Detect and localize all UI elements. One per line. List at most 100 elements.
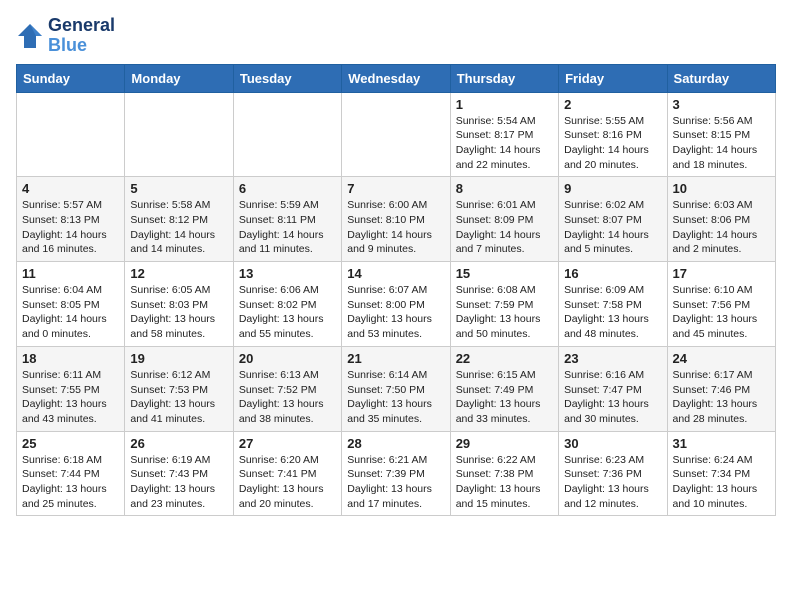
calendar-day-cell: 4 Sunrise: 5:57 AMSunset: 8:13 PMDaylight… [17,177,125,262]
day-number: 14 [347,266,444,281]
calendar-day-cell: 9Sunrise: 6:02 AMSunset: 8:07 PMDaylight… [559,177,667,262]
day-info: Sunrise: 5:54 AMSunset: 8:17 PMDaylight:… [456,114,553,173]
calendar-day-cell: 8Sunrise: 6:01 AMSunset: 8:09 PMDaylight… [450,177,558,262]
day-number: 19 [130,351,227,366]
calendar-day-cell: 7 Sunrise: 6:00 AMSunset: 8:10 PMDaylight… [342,177,450,262]
day-info: Sunrise: 6:04 AMSunset: 8:05 PMDaylight:… [22,283,119,342]
day-info: Sunrise: 6:02 AMSunset: 8:07 PMDaylight:… [564,198,661,257]
day-info: Sunrise: 6:11 AMSunset: 7:55 PMDaylight:… [22,368,119,427]
day-number: 3 [673,97,770,112]
day-info: Sunrise: 6:12 AMSunset: 7:53 PMDaylight:… [130,368,227,427]
calendar-day-cell: 24 Sunrise: 6:17 AMSunset: 7:46 PMDayligh… [667,346,775,431]
day-number: 31 [673,436,770,451]
day-number: 12 [130,266,227,281]
day-number: 22 [456,351,553,366]
day-info: Sunrise: 5:58 AMSunset: 8:12 PMDaylight:… [130,198,227,257]
day-info: Sunrise: 6:16 AMSunset: 7:47 PMDaylight:… [564,368,661,427]
day-number: 4 [22,181,119,196]
day-number: 7 [347,181,444,196]
calendar-day-cell: 31 Sunrise: 6:24 AMSunset: 7:34 PMDayligh… [667,431,775,516]
day-number: 16 [564,266,661,281]
calendar-week-row: 25 Sunrise: 6:18 AMSunset: 7:44 PMDayligh… [17,431,776,516]
day-number: 25 [22,436,119,451]
day-info: Sunrise: 5:55 AMSunset: 8:16 PMDaylight:… [564,114,661,173]
calendar-day-cell: 20 Sunrise: 6:13 AMSunset: 7:52 PMDayligh… [233,346,341,431]
day-info: Sunrise: 6:17 AMSunset: 7:46 PMDaylight:… [673,368,770,427]
day-number: 1 [456,97,553,112]
calendar-day-cell: 26Sunrise: 6:19 AMSunset: 7:43 PMDayligh… [125,431,233,516]
day-info: Sunrise: 6:08 AMSunset: 7:59 PMDaylight:… [456,283,553,342]
calendar-header-cell: Saturday [667,64,775,92]
calendar-day-cell: 18 Sunrise: 6:11 AMSunset: 7:55 PMDayligh… [17,346,125,431]
calendar-day-cell: 13 Sunrise: 6:06 AMSunset: 8:02 PMDayligh… [233,262,341,347]
day-info: Sunrise: 6:24 AMSunset: 7:34 PMDaylight:… [673,453,770,512]
day-info: Sunrise: 6:18 AMSunset: 7:44 PMDaylight:… [22,453,119,512]
day-number: 2 [564,97,661,112]
day-number: 30 [564,436,661,451]
day-info: Sunrise: 6:09 AMSunset: 7:58 PMDaylight:… [564,283,661,342]
day-number: 6 [239,181,336,196]
day-number: 8 [456,181,553,196]
day-info: Sunrise: 6:23 AMSunset: 7:36 PMDaylight:… [564,453,661,512]
calendar-table: SundayMondayTuesdayWednesdayThursdayFrid… [16,64,776,517]
day-info: Sunrise: 5:57 AMSunset: 8:13 PMDaylight:… [22,198,119,257]
day-number: 23 [564,351,661,366]
calendar-day-cell: 17 Sunrise: 6:10 AMSunset: 7:56 PMDayligh… [667,262,775,347]
calendar-day-cell: 1 Sunrise: 5:54 AMSunset: 8:17 PMDaylight… [450,92,558,177]
calendar-day-cell: 22Sunrise: 6:15 AMSunset: 7:49 PMDayligh… [450,346,558,431]
calendar-day-cell: 15 Sunrise: 6:08 AMSunset: 7:59 PMDayligh… [450,262,558,347]
calendar-week-row: 11Sunrise: 6:04 AMSunset: 8:05 PMDayligh… [17,262,776,347]
calendar-header-cell: Friday [559,64,667,92]
calendar-week-row: 18 Sunrise: 6:11 AMSunset: 7:55 PMDayligh… [17,346,776,431]
day-info: Sunrise: 6:13 AMSunset: 7:52 PMDaylight:… [239,368,336,427]
calendar-day-cell: 16 Sunrise: 6:09 AMSunset: 7:58 PMDayligh… [559,262,667,347]
day-info: Sunrise: 6:05 AMSunset: 8:03 PMDaylight:… [130,283,227,342]
calendar-day-cell: 2 Sunrise: 5:55 AMSunset: 8:16 PMDaylight… [559,92,667,177]
day-info: Sunrise: 6:07 AMSunset: 8:00 PMDaylight:… [347,283,444,342]
day-info: Sunrise: 6:20 AMSunset: 7:41 PMDaylight:… [239,453,336,512]
day-info: Sunrise: 6:06 AMSunset: 8:02 PMDaylight:… [239,283,336,342]
day-info: Sunrise: 6:00 AMSunset: 8:10 PMDaylight:… [347,198,444,257]
day-number: 5 [130,181,227,196]
day-info: Sunrise: 5:56 AMSunset: 8:15 PMDaylight:… [673,114,770,173]
calendar-header-cell: Wednesday [342,64,450,92]
calendar-day-cell: 28Sunrise: 6:21 AMSunset: 7:39 PMDayligh… [342,431,450,516]
day-info: Sunrise: 6:22 AMSunset: 7:38 PMDaylight:… [456,453,553,512]
day-number: 24 [673,351,770,366]
calendar-day-cell: 12 Sunrise: 6:05 AMSunset: 8:03 PMDayligh… [125,262,233,347]
day-number: 21 [347,351,444,366]
calendar-day-cell [125,92,233,177]
calendar-day-cell: 14 Sunrise: 6:07 AMSunset: 8:00 PMDayligh… [342,262,450,347]
calendar-day-cell: 11Sunrise: 6:04 AMSunset: 8:05 PMDayligh… [17,262,125,347]
calendar-day-cell: 10 Sunrise: 6:03 AMSunset: 8:06 PMDayligh… [667,177,775,262]
calendar-day-cell: 3 Sunrise: 5:56 AMSunset: 8:15 PMDaylight… [667,92,775,177]
day-number: 17 [673,266,770,281]
calendar-day-cell [17,92,125,177]
day-info: Sunrise: 6:21 AMSunset: 7:39 PMDaylight:… [347,453,444,512]
day-info: Sunrise: 6:10 AMSunset: 7:56 PMDaylight:… [673,283,770,342]
calendar-day-cell: 30 Sunrise: 6:23 AMSunset: 7:36 PMDayligh… [559,431,667,516]
day-number: 13 [239,266,336,281]
day-number: 15 [456,266,553,281]
day-number: 26 [130,436,227,451]
day-info: Sunrise: 5:59 AMSunset: 8:11 PMDaylight:… [239,198,336,257]
day-number: 10 [673,181,770,196]
day-number: 27 [239,436,336,451]
calendar-day-cell: 29Sunrise: 6:22 AMSunset: 7:38 PMDayligh… [450,431,558,516]
calendar-day-cell [342,92,450,177]
day-info: Sunrise: 6:03 AMSunset: 8:06 PMDaylight:… [673,198,770,257]
calendar-day-cell: 19 Sunrise: 6:12 AMSunset: 7:53 PMDayligh… [125,346,233,431]
calendar-day-cell: 23 Sunrise: 6:16 AMSunset: 7:47 PMDayligh… [559,346,667,431]
page-header: General Blue [16,16,776,56]
calendar-body: 1 Sunrise: 5:54 AMSunset: 8:17 PMDaylight… [17,92,776,516]
calendar-day-cell: 21Sunrise: 6:14 AMSunset: 7:50 PMDayligh… [342,346,450,431]
calendar-day-cell [233,92,341,177]
calendar-day-cell: 25 Sunrise: 6:18 AMSunset: 7:44 PMDayligh… [17,431,125,516]
logo: General Blue [16,16,115,56]
logo-icon [16,22,44,50]
day-number: 20 [239,351,336,366]
calendar-day-cell: 5 Sunrise: 5:58 AMSunset: 8:12 PMDaylight… [125,177,233,262]
day-number: 18 [22,351,119,366]
calendar-header-cell: Monday [125,64,233,92]
calendar-header-cell: Tuesday [233,64,341,92]
